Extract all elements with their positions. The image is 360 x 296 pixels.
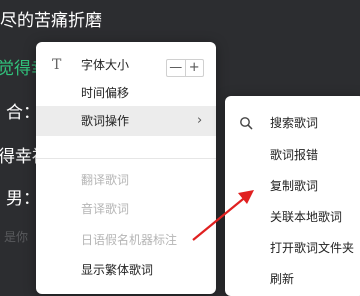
annotation-arrow-icon: [192, 190, 254, 241]
